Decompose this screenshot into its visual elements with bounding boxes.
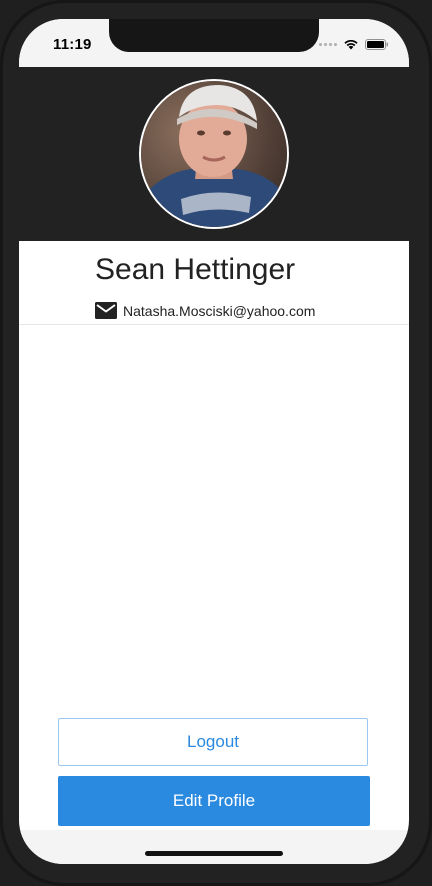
user-photo-icon [141,81,287,227]
home-indicator[interactable] [145,851,283,856]
profile-name: Sean Hettinger [95,253,296,286]
email-row: Natasha.Mosciski@yahoo.com [95,302,315,319]
battery-icon [365,38,388,50]
cellular-signal-icon [319,42,337,46]
mail-icon [95,302,117,319]
divider [19,324,409,325]
edit-profile-button[interactable]: Edit Profile [58,776,370,826]
phone-frame: 11:19 Sean Hettinger Natasha.Mosciski@ya… [0,0,432,886]
profile-header [19,67,409,241]
status-time: 11:19 [53,36,92,53]
logout-button[interactable]: Logout [58,718,368,766]
status-icons [319,38,389,50]
wifi-icon [344,39,358,50]
email-text: Natasha.Mosciski@yahoo.com [123,302,316,319]
bottom-safe-area [19,830,409,864]
app-screen: 11:19 Sean Hettinger Natasha.Mosciski@ya… [19,19,409,864]
device-notch [109,19,319,52]
status-bar: 11:19 [19,19,409,67]
avatar[interactable] [139,79,289,229]
